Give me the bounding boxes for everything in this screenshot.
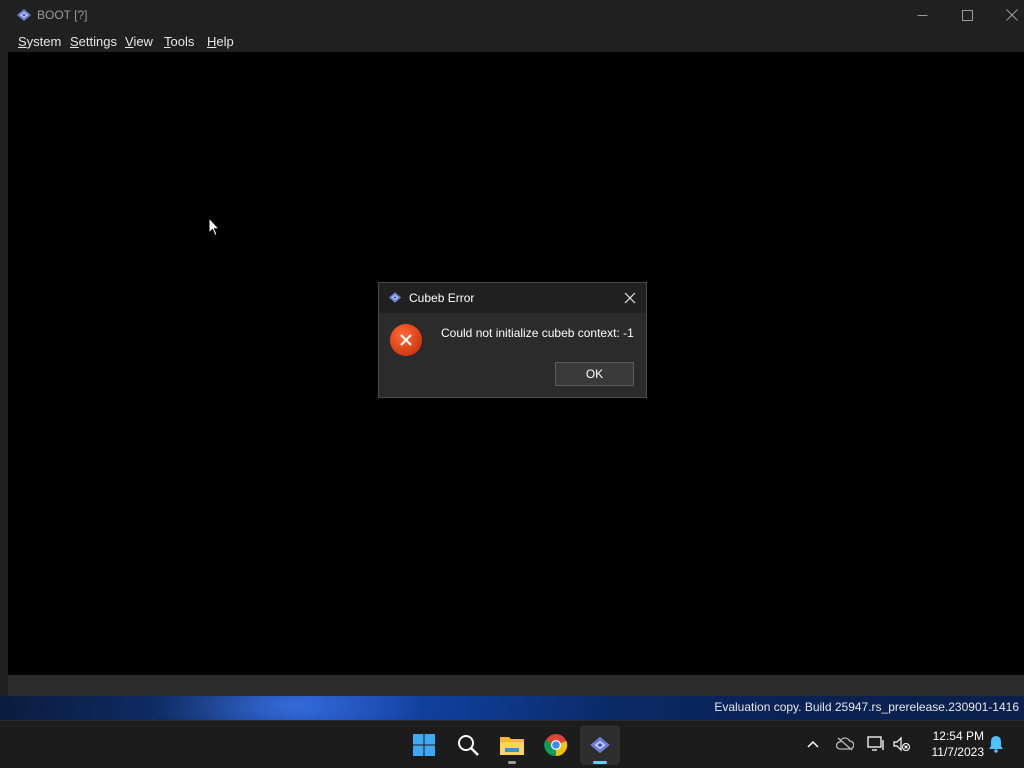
minimize-button[interactable] xyxy=(899,0,945,30)
search-button[interactable] xyxy=(448,725,488,765)
menu-view[interactable]: View xyxy=(125,34,153,49)
start-button[interactable] xyxy=(404,725,444,765)
ok-button[interactable]: OK xyxy=(555,362,634,386)
volume-tray[interactable] xyxy=(892,733,912,755)
app-logo-icon xyxy=(388,292,402,303)
minimize-icon xyxy=(917,14,927,16)
evaluation-watermark: Evaluation copy. Build 25947.rs_prerelea… xyxy=(714,700,1019,714)
clock-time: 12:54 PM xyxy=(932,729,984,743)
close-icon xyxy=(1006,9,1018,21)
chrome-icon xyxy=(544,734,568,757)
cubeb-error-dialog: Cubeb Error Could not initialize cubeb c… xyxy=(378,282,647,398)
clock-date: 11/7/2023 xyxy=(931,745,985,759)
notifications-button[interactable] xyxy=(986,733,1006,755)
onedrive-tray[interactable] xyxy=(835,733,855,755)
mouse-cursor-icon xyxy=(208,217,220,237)
network-tray[interactable] xyxy=(866,733,886,755)
show-hidden-icons-button[interactable] xyxy=(803,733,823,755)
chrome-button[interactable] xyxy=(536,725,576,765)
dialog-title-bar[interactable]: Cubeb Error xyxy=(379,283,646,313)
menu-help[interactable]: Help xyxy=(207,34,234,49)
running-indicator xyxy=(508,761,516,764)
bell-icon xyxy=(989,736,1003,753)
title-bar[interactable]: BOOT [?] xyxy=(0,0,1024,30)
cloud-offline-icon xyxy=(836,737,854,751)
menu-settings[interactable]: Settings xyxy=(70,34,117,49)
file-explorer-icon xyxy=(500,737,524,755)
app-logo-icon xyxy=(17,9,31,21)
menu-tools[interactable]: Tools xyxy=(164,34,194,49)
close-window-button[interactable] xyxy=(989,0,1024,30)
error-message: Could not initialize cubeb context: -1 xyxy=(441,326,634,340)
volume-muted-icon xyxy=(893,736,911,752)
error-icon xyxy=(390,324,422,356)
file-explorer-button[interactable] xyxy=(492,725,532,765)
maximize-button[interactable] xyxy=(944,0,990,30)
search-icon xyxy=(458,735,479,756)
chevron-up-icon xyxy=(807,740,819,748)
start-icon xyxy=(413,734,435,756)
maximize-icon xyxy=(961,9,973,21)
menu-system[interactable]: System xyxy=(18,34,61,49)
status-bar xyxy=(8,675,1024,696)
emulator-taskbar-button[interactable] xyxy=(580,725,620,765)
app-icon xyxy=(590,736,610,754)
taskbar-clock[interactable]: 12:54 PM 11/7/2023 xyxy=(920,728,985,760)
window-title: BOOT [?] xyxy=(37,8,88,22)
menu-bar: System Settings View Tools Help xyxy=(0,30,1024,52)
taskbar xyxy=(0,720,1024,768)
active-indicator xyxy=(593,761,607,764)
dialog-title: Cubeb Error xyxy=(409,291,475,305)
dialog-close-icon[interactable] xyxy=(621,289,639,307)
network-icon xyxy=(867,736,884,751)
